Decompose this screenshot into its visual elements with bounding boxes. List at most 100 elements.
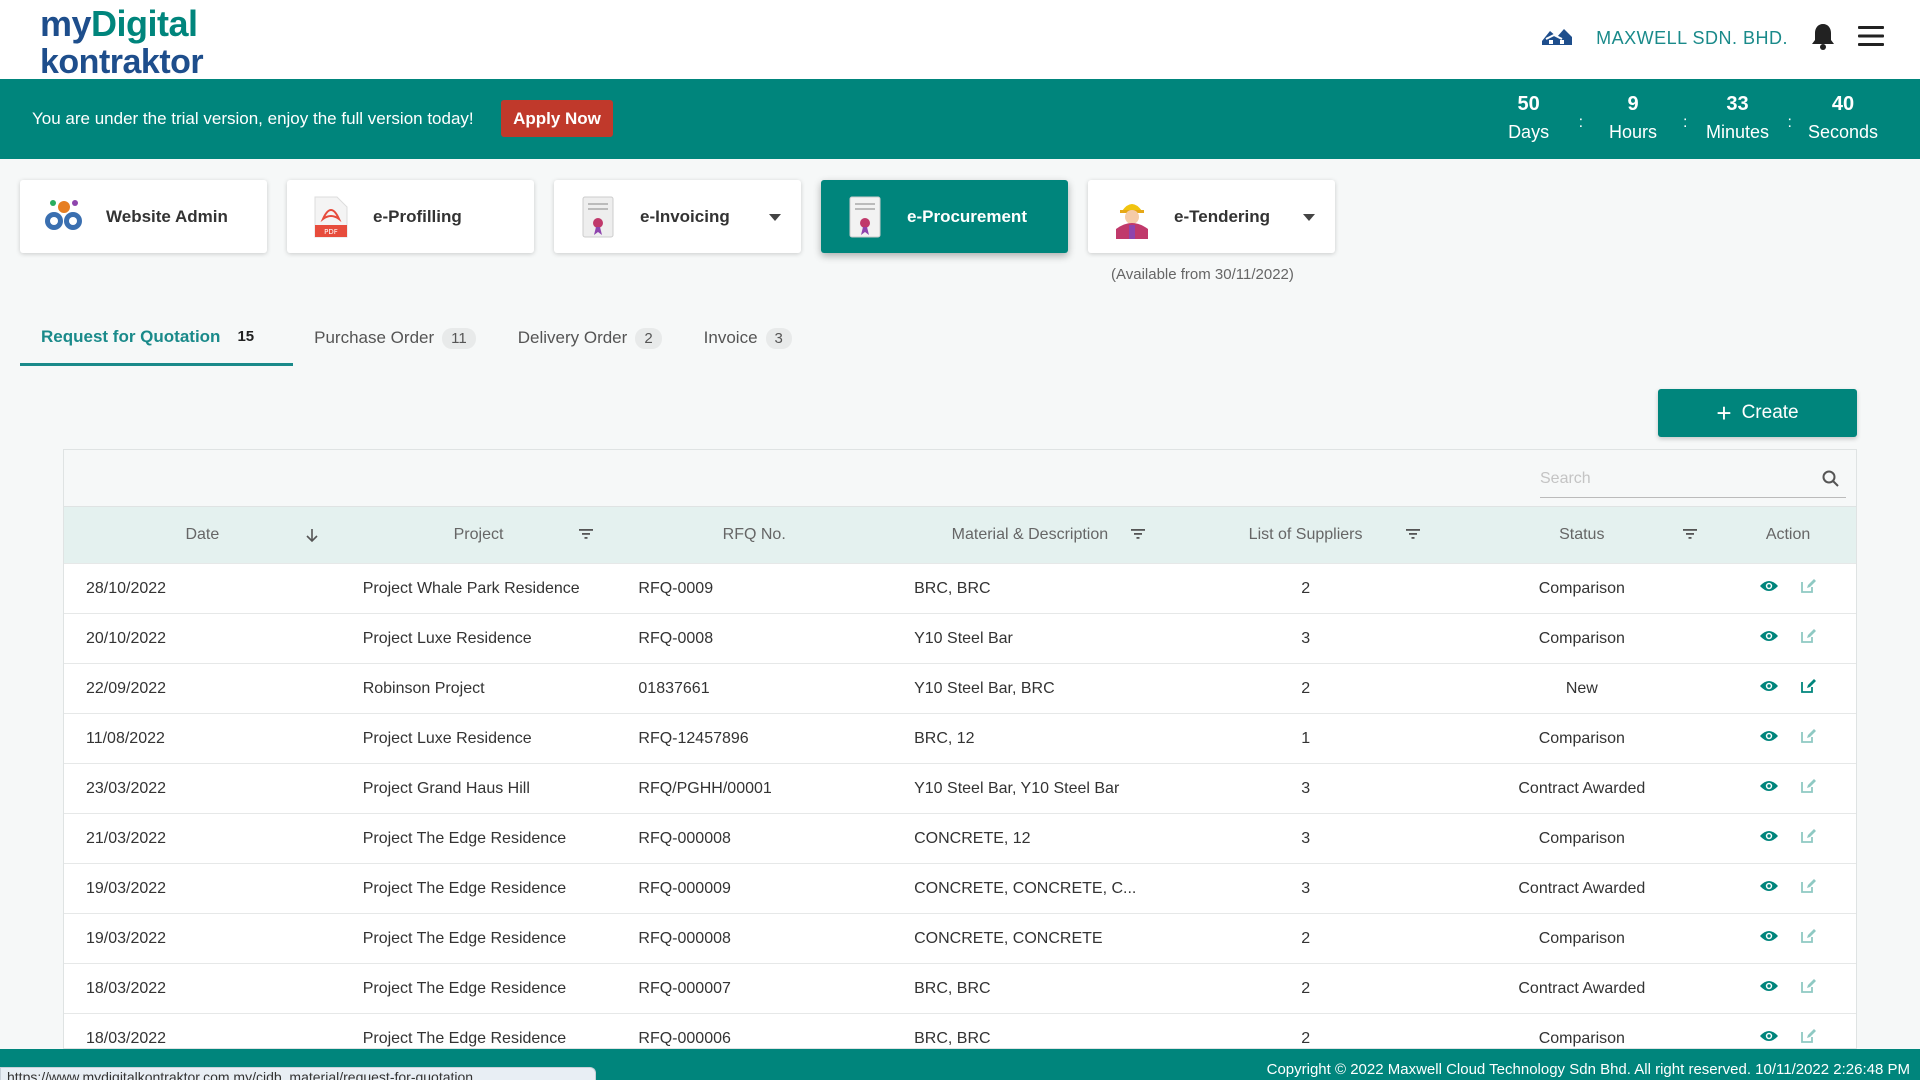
edit-icon[interactable] [1799,777,1817,800]
cell-rfq-no: RFQ-12457896 [638,729,749,747]
eye-view-icon[interactable] [1759,779,1779,798]
column-header-suppliers[interactable]: List of Suppliers [1168,507,1444,563]
sort-down-arrow-icon[interactable] [305,527,319,548]
cell-status: Comparison [1538,629,1625,647]
cell-rfq-no: RFQ-0008 [638,629,714,647]
eye-view-icon[interactable] [1759,679,1779,698]
module-cards: Website Admin PDF e-Profilling e-Invoici… [20,180,1335,253]
edit-icon[interactable] [1799,877,1817,900]
chevron-down-icon[interactable] [769,214,781,221]
search-input[interactable] [1540,462,1810,496]
module-label: e-Profilling [373,206,462,226]
cell-action [1720,914,1856,963]
table-row[interactable]: 18/03/2022 Project The Edge Residence RFQ-… [64,963,1856,1013]
countdown-days: 50 [1517,93,1540,115]
apply-now-button[interactable]: Apply Now [501,100,613,137]
app-logo[interactable]: myDigital kontraktor [40,6,204,80]
cell-suppliers: 2 [1301,679,1311,697]
module-e-tendering[interactable]: e-Tendering [1088,180,1335,253]
table-row[interactable]: 19/03/2022 Project The Edge Residence RFQ-… [64,913,1856,963]
tab-count-badge: 11 [442,327,476,349]
create-button[interactable]: + Create [1658,389,1857,437]
edit-icon[interactable] [1799,977,1817,1000]
edit-icon[interactable] [1799,927,1817,950]
module-e-procurement[interactable]: e-Procurement [821,180,1068,253]
column-header-label: Action [1765,526,1811,543]
column-header-status[interactable]: Status [1443,507,1720,563]
table-row[interactable]: 21/03/2022 Project The Edge Residence RFQ-… [64,813,1856,863]
hamburger-menu-icon[interactable] [1858,25,1884,52]
cell-material: BRC, BRC [914,579,991,597]
cell-rfq-no: RFQ-000007 [638,979,731,997]
cell-date: 18/03/2022 [86,979,167,997]
bell-icon[interactable] [1810,22,1836,55]
filter-icon[interactable] [1682,527,1698,546]
copyright-text: Copyright © 2022 Maxwell Cloud Technolog… [1266,1061,1910,1078]
column-header-project[interactable]: Project [341,507,617,563]
countdown-minutes-label: Minutes [1705,122,1769,142]
column-header-action: Action [1720,507,1856,563]
column-header-material[interactable]: Material & Description [892,507,1168,563]
cell-project: Robinson Project [362,679,485,697]
module-website-admin[interactable]: Website Admin [20,180,267,253]
column-header-date[interactable]: Date [64,507,341,563]
table-row[interactable]: 20/10/2022 Project Luxe Residence RFQ-0008… [64,613,1856,663]
eye-view-icon[interactable] [1759,729,1779,748]
filter-icon[interactable] [1130,527,1146,546]
cell-rfq-no: RFQ-000008 [638,829,731,847]
cell-suppliers: 2 [1301,579,1311,597]
cell-suppliers: 2 [1301,979,1311,997]
cell-action [1720,764,1856,813]
module-e-invoicing[interactable]: e-Invoicing [554,180,801,253]
filter-icon[interactable] [578,527,594,546]
table-row[interactable]: 28/10/2022 Project Whale Park Residence RF… [64,563,1856,613]
countdown-seconds-label: Seconds [1807,122,1878,142]
edit-icon[interactable] [1799,827,1817,850]
search-icon[interactable] [1822,470,1840,493]
table-row[interactable]: 22/09/2022 Robinson Project 01837661 Y10 St… [64,663,1856,713]
table-row[interactable]: 19/03/2022 Project The Edge Residence RFQ-… [64,863,1856,913]
filter-icon[interactable] [1405,527,1421,546]
eye-view-icon[interactable] [1759,579,1779,598]
column-header-label: RFQ No. [722,526,786,543]
cell-material: Y10 Steel Bar [914,629,1013,647]
cell-action [1720,664,1856,713]
edit-icon[interactable] [1799,577,1817,600]
countdown-seconds: 40 [1831,93,1855,115]
countdown-hours: 9 [1627,93,1639,115]
tab-invoice[interactable]: Invoice 3 [683,310,813,366]
eye-view-icon[interactable] [1759,929,1779,948]
cell-action [1720,714,1856,763]
edit-icon[interactable] [1799,677,1817,700]
eye-view-icon[interactable] [1759,829,1779,848]
cell-rfq-no: RFQ-000008 [638,929,731,947]
table-row[interactable]: 11/08/2022 Project Luxe Residence RFQ-1245… [64,713,1856,763]
table-row[interactable]: 23/03/2022 Project Grand Haus Hill RFQ/PGH… [64,763,1856,813]
column-header-rfq-no[interactable]: RFQ No. [616,507,892,563]
tab-count-badge: 15 [237,328,255,345]
tab-purchase-order[interactable]: Purchase Order 11 [293,310,497,366]
column-header-label: Status [1559,526,1605,543]
countdown-minutes: 33 [1726,93,1749,115]
cell-action [1720,814,1856,863]
tab-request-for-quotation[interactable]: Request for Quotation 15 [20,310,294,366]
eye-view-icon[interactable] [1759,979,1779,998]
trial-countdown: 50 Days : 9 Hours : 33 Minutes : 40 Seconds [1495,93,1878,143]
countdown-separator: : [1787,114,1792,131]
countdown-hours-label: Hours [1609,122,1658,142]
plus-icon: + [1716,398,1732,428]
edit-icon[interactable] [1799,1027,1817,1050]
module-e-profilling[interactable]: PDF e-Profilling [287,180,534,253]
tab-delivery-order[interactable]: Delivery Order 2 [497,310,683,366]
company-name[interactable]: MAXWELL SDN. BHD. [1596,28,1788,49]
edit-icon[interactable] [1799,727,1817,750]
edit-icon[interactable] [1799,627,1817,650]
eye-view-icon[interactable] [1759,879,1779,898]
chevron-down-icon[interactable] [1303,214,1315,221]
cell-rfq-no: RFQ-000009 [638,879,731,897]
cell-project: Project The Edge Residence [362,829,567,847]
eye-view-icon[interactable] [1759,1029,1779,1048]
cell-date: 19/03/2022 [86,929,167,947]
eye-view-icon[interactable] [1759,629,1779,648]
cell-rfq-no: 01837661 [638,679,710,697]
